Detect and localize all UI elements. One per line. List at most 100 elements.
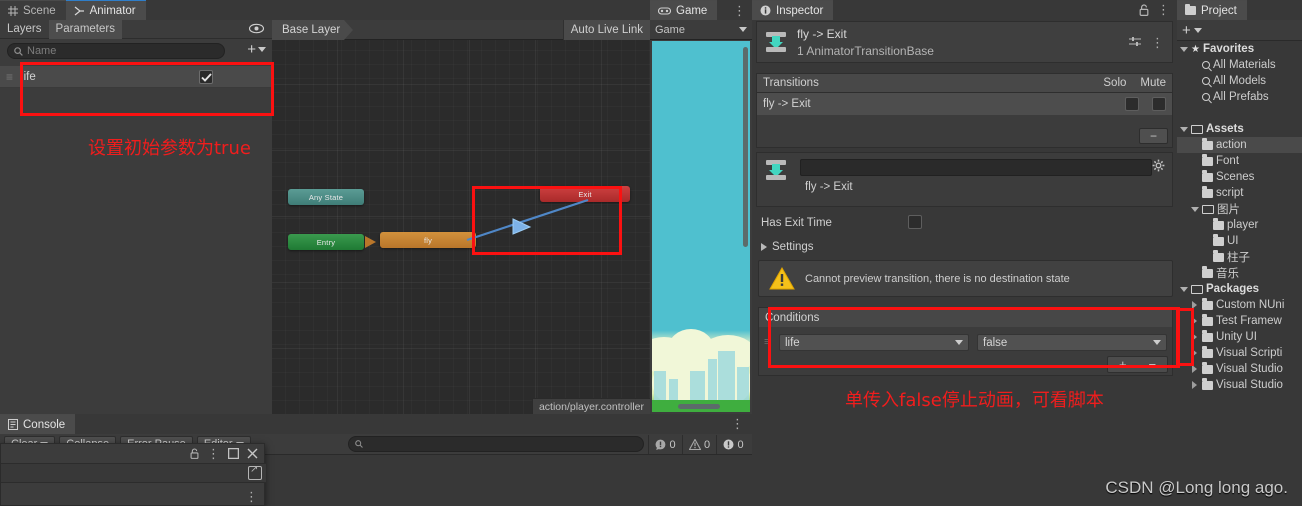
project-tree-item[interactable]: Packages xyxy=(1177,281,1302,297)
remove-condition-button[interactable]: − xyxy=(1138,358,1168,371)
project-tree-item[interactable]: All Prefabs xyxy=(1177,89,1302,105)
chevron-right-icon[interactable] xyxy=(1190,301,1199,309)
add-parameter-button[interactable]: + xyxy=(247,42,266,57)
project-tree-item[interactable]: 图片 xyxy=(1177,201,1302,217)
has-exit-time-row: Has Exit Time xyxy=(756,212,1173,233)
add-condition-button[interactable]: + xyxy=(1108,358,1138,371)
floating-window-field[interactable] xyxy=(1,463,266,483)
project-tree-item[interactable]: Visual Scripti xyxy=(1177,345,1302,361)
chevron-down-icon[interactable] xyxy=(1190,206,1199,212)
subtab-layers[interactable]: Layers xyxy=(0,20,49,39)
chevron-down-icon[interactable] xyxy=(1179,126,1188,132)
lock-icon[interactable] xyxy=(190,447,199,459)
tab-game-label: Game xyxy=(676,4,708,17)
floating-window-row-kebab-menu[interactable]: ⋮ xyxy=(245,490,258,503)
lock-icon[interactable] xyxy=(1139,3,1149,16)
condition-value-value: false xyxy=(983,336,1008,349)
project-tree-item[interactable]: UI xyxy=(1177,233,1302,249)
breadcrumb-base-layer[interactable]: Base Layer xyxy=(272,19,354,40)
subtab-parameters[interactable]: Parameters xyxy=(48,19,122,39)
tab-console[interactable]: Console xyxy=(0,414,76,434)
project-tree-item[interactable]: Visual Studio xyxy=(1177,377,1302,393)
project-tree-item[interactable]: player xyxy=(1177,217,1302,233)
project-tree-item[interactable]: Scenes xyxy=(1177,169,1302,185)
chevron-right-icon[interactable] xyxy=(1190,349,1199,357)
transition-mute-checkbox[interactable] xyxy=(1152,97,1166,111)
project-tree-item[interactable]: ★ Favorites xyxy=(1177,41,1302,57)
animator-graph-canvas[interactable]: Any State Entry fly Exit action/player.c… xyxy=(272,40,650,414)
chevron-right-icon[interactable] xyxy=(1190,333,1199,341)
chevron-right-icon[interactable] xyxy=(1190,365,1199,373)
inspector-object-kebab-menu[interactable]: ⋮ xyxy=(1151,36,1164,49)
open-external-icon[interactable] xyxy=(248,464,262,480)
floating-window-kebab-menu[interactable]: ⋮ xyxy=(207,447,220,460)
chevron-down-icon[interactable] xyxy=(739,27,747,32)
game-view-render[interactable] xyxy=(652,41,750,412)
parameter-row-life[interactable]: ≡ life xyxy=(0,66,272,88)
gear-icon[interactable] xyxy=(1152,159,1165,172)
console-warning-counter[interactable]: 0 xyxy=(682,435,716,454)
transition-name-input[interactable] xyxy=(800,159,1152,176)
tab-scene[interactable]: Scene xyxy=(0,0,66,20)
tab-game[interactable]: Game xyxy=(650,0,718,20)
graph-node-fly[interactable]: fly xyxy=(380,232,476,248)
transition-solo-checkbox[interactable] xyxy=(1125,97,1139,111)
project-tree[interactable]: ★ Favorites All Materials All Models All Pre… xyxy=(1177,41,1302,506)
project-tree-item[interactable]: Assets xyxy=(1177,121,1302,137)
animator-tabstrip: Scene Animator xyxy=(0,0,272,20)
maximize-icon[interactable] xyxy=(228,447,239,459)
console-log-counter[interactable]: 0 xyxy=(648,435,682,454)
transition-icon xyxy=(765,159,787,181)
chevron-right-icon[interactable] xyxy=(1190,317,1199,325)
console-kebab-menu[interactable]: ⋮ xyxy=(731,417,744,430)
drag-handle-icon[interactable]: ≡ xyxy=(6,71,13,83)
condition-value-dropdown[interactable]: false xyxy=(977,334,1167,351)
project-tree-item[interactable]: All Models xyxy=(1177,73,1302,89)
remove-transition-button[interactable]: − xyxy=(1139,128,1168,144)
graph-node-entry[interactable]: Entry xyxy=(288,234,364,250)
chevron-down-icon[interactable] xyxy=(1179,286,1188,292)
transition-row[interactable]: fly -> Exit xyxy=(757,93,1172,115)
chevron-down-icon[interactable] xyxy=(1193,27,1202,33)
project-tree-item[interactable]: 柱子 xyxy=(1177,249,1302,265)
folder-open-icon xyxy=(1191,284,1203,294)
graph-node-any-state[interactable]: Any State xyxy=(288,189,364,205)
project-tree-item-label: Visual Studio xyxy=(1216,363,1283,375)
condition-parameter-dropdown[interactable]: life xyxy=(779,334,969,351)
auto-live-link-button[interactable]: Auto Live Link xyxy=(562,19,650,40)
chevron-right-icon[interactable] xyxy=(1190,381,1199,389)
drag-handle-icon[interactable]: ≡ xyxy=(764,336,770,348)
has-exit-time-checkbox[interactable] xyxy=(908,215,922,229)
project-tree-item[interactable]: Visual Studio xyxy=(1177,361,1302,377)
project-tree-item[interactable]: Custom NUni xyxy=(1177,297,1302,313)
game-kebab-menu[interactable]: ⋮ xyxy=(733,4,746,17)
project-tree-item[interactable]: Font xyxy=(1177,153,1302,169)
preset-icon[interactable] xyxy=(1129,36,1142,48)
settings-foldout[interactable]: Settings xyxy=(756,238,1173,256)
tab-project[interactable]: Project xyxy=(1177,0,1247,20)
game-vertical-scrollbar[interactable] xyxy=(743,47,748,247)
parameter-search-input[interactable]: Name xyxy=(7,43,225,59)
warning-icon xyxy=(688,439,701,450)
parameter-checkbox[interactable] xyxy=(199,70,213,84)
console-search-input[interactable] xyxy=(348,436,644,452)
project-tree-item[interactable]: All Materials xyxy=(1177,57,1302,73)
chevron-down-icon[interactable] xyxy=(1179,46,1188,52)
graph-node-exit[interactable]: Exit xyxy=(540,186,630,202)
eye-icon[interactable] xyxy=(249,23,264,34)
game-view-dropdown-label[interactable]: Game xyxy=(655,24,685,36)
console-error-counter[interactable]: 0 xyxy=(716,435,750,454)
tab-inspector[interactable]: Inspector xyxy=(752,0,834,20)
project-tree-item-label: Font xyxy=(1216,155,1240,167)
project-tree-item[interactable]: Test Framew xyxy=(1177,313,1302,329)
close-icon[interactable] xyxy=(247,448,258,459)
add-asset-button[interactable]: + xyxy=(1182,23,1191,38)
game-horizontal-scrollbar[interactable] xyxy=(678,404,720,409)
project-tree-item[interactable]: 音乐 xyxy=(1177,265,1302,281)
project-tree-item[interactable]: action xyxy=(1177,137,1302,153)
tab-animator[interactable]: Animator xyxy=(65,0,146,20)
project-tree-item[interactable]: script xyxy=(1177,185,1302,201)
project-tree-item[interactable]: Unity UI xyxy=(1177,329,1302,345)
inspector-kebab-menu[interactable]: ⋮ xyxy=(1157,3,1170,16)
project-tree-item-label: Visual Scripti xyxy=(1216,347,1283,359)
